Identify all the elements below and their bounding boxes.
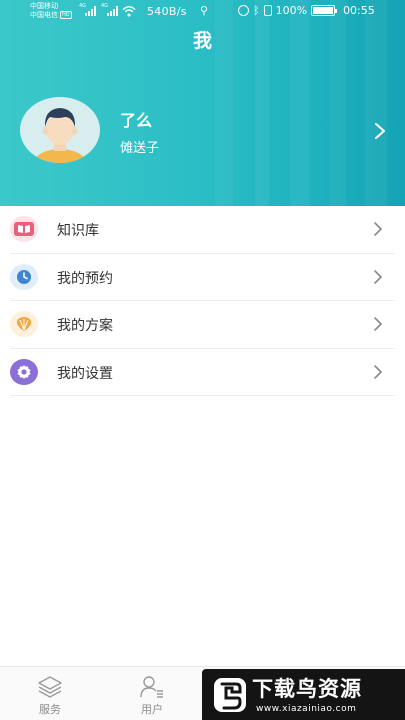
hd-badge: HD [60,11,72,19]
chevron-right-icon [374,269,382,284]
battery-percent: 100% [275,4,308,17]
menu-item-settings[interactable]: 我的设置 [10,349,395,396]
menu-item-knowledge-base[interactable]: 知识库 [10,206,395,254]
bird-logo-icon [214,678,246,712]
menu-item-appointments[interactable]: 我的预约 [10,254,395,301]
tab-label: 用户 [141,703,163,716]
chevron-right-icon[interactable] [373,122,387,140]
carrier-info: 中国移动 中国电信 HD [30,2,72,20]
page-title: 我 [192,30,212,52]
watermark-title: 下载鸟资源 [252,677,362,701]
carrier-1-label: 中国移动 [30,2,58,10]
shell-icon [10,311,38,337]
gear-icon [10,358,38,385]
status-time: 00:55 [343,4,375,17]
battery-fill [313,7,334,14]
user-list-icon [140,676,163,698]
menu-item-label: 知识库 [57,223,99,239]
tab-services[interactable]: 服务 [10,667,90,720]
profile-subtitle: 傩送子 [120,141,160,156]
tab-label: 服务 [39,703,61,716]
layers-icon [38,676,62,698]
tab-users[interactable]: 用户 [112,667,192,720]
profile-header: 中国移动 中国电信 HD 4G 4G 540B/s ⚲ ᛒ 100% 00:55 … [0,0,405,206]
watermark-url: www.xiazainiao.com [256,704,357,714]
chevron-right-icon [374,222,382,236]
signal-icon [85,6,96,16]
avatar[interactable] [20,97,100,163]
carrier-2-label: 中国电信 [30,11,58,19]
usb-icon: ⚲ [200,4,209,17]
wifi-icon [122,6,136,17]
watermark-banner: 下载鸟资源 www.xiazainiao.com [202,669,405,720]
bluetooth-icon: ᛒ [253,4,260,17]
status-bar: 中国移动 中国电信 HD 4G 4G 540B/s ⚲ ᛒ 100% 00:55 [0,0,405,24]
profile-name[interactable]: 了么 [120,107,152,131]
chevron-right-icon [374,317,382,331]
menu-item-label: 我的方案 [57,318,113,334]
menu-list: 知识库 我的预约 我的方案 我的设置 [0,206,405,396]
menu-item-label: 我的设置 [57,365,113,382]
network-speed: 540B/s [147,5,187,18]
clock-icon [10,263,38,290]
book-icon [10,216,38,242]
vibrate-icon [263,5,272,16]
signal-icon [107,6,118,16]
user-avatar-icon [34,108,86,163]
battery-icon [311,5,338,16]
alarm-icon [238,5,249,16]
status-right-group: ᛒ 100% 00:55 [238,4,375,17]
menu-item-label: 我的预约 [57,270,113,287]
chevron-right-icon [374,364,382,379]
menu-item-plans[interactable]: 我的方案 [10,301,395,349]
